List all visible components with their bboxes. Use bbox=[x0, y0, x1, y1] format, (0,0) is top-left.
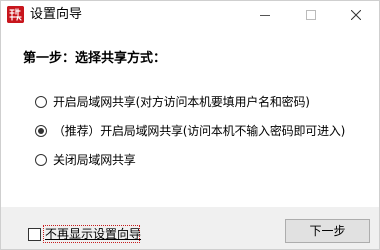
option-password-share[interactable]: 开启局域网共享(对方访问本机要填用户名和密码) bbox=[35, 94, 310, 110]
maximize-button[interactable] bbox=[288, 1, 334, 28]
option-label: 关闭局域网共享 bbox=[53, 153, 136, 167]
seal-icon bbox=[7, 6, 24, 23]
option-label: 开启局域网共享(对方访问本机要填用户名和密码) bbox=[53, 95, 310, 109]
close-icon bbox=[351, 9, 361, 20]
radio-button[interactable] bbox=[35, 154, 47, 166]
next-button[interactable]: 下一步 bbox=[285, 219, 370, 243]
close-button[interactable] bbox=[333, 1, 379, 28]
title-bar[interactable]: 设置向导 bbox=[1, 1, 379, 28]
dont-show-label[interactable]: 不再显示设置向导 bbox=[45, 226, 141, 242]
option-label: （推荐）开启局域网共享(访问本机不输入密码即可进入) bbox=[53, 124, 346, 138]
radio-button[interactable] bbox=[35, 96, 47, 108]
option-disable-share[interactable]: 关闭局域网共享 bbox=[35, 152, 136, 168]
window-title: 设置向导 bbox=[30, 7, 83, 22]
minimize-icon bbox=[260, 10, 270, 20]
step-heading: 第一步：选择共享方式： bbox=[23, 51, 167, 66]
radio-button-selected[interactable] bbox=[35, 125, 47, 137]
option-recommended-share[interactable]: （推荐）开启局域网共享(访问本机不输入密码即可进入) bbox=[35, 123, 345, 139]
minimize-button[interactable] bbox=[242, 1, 288, 28]
maximize-icon bbox=[306, 9, 316, 20]
dont-show-checkbox[interactable] bbox=[28, 228, 41, 241]
setup-wizard-window: 设置向导 第一步：选择共享方式： 开启局域网共享(对方访问本机要填用户名和密码)… bbox=[0, 0, 380, 250]
